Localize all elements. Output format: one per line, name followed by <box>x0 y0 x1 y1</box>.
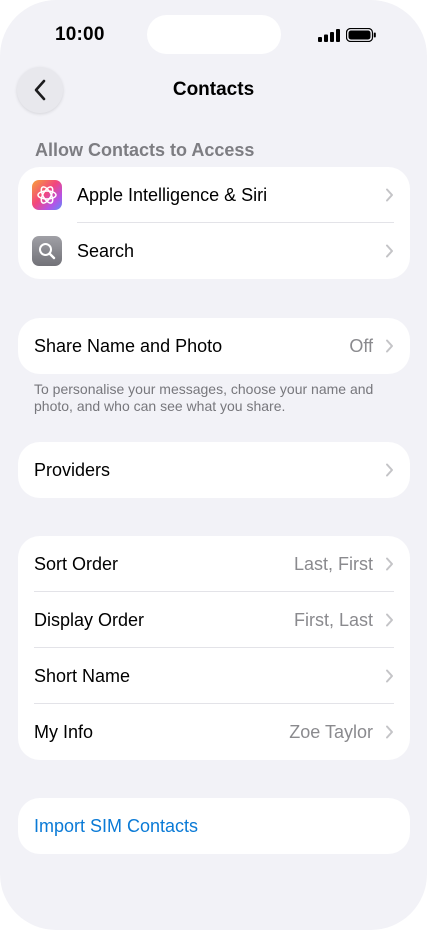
display-group: Sort Order Last, First Display Order Fir… <box>18 536 410 760</box>
row-label: Display Order <box>34 609 145 630</box>
section-header-access: Allow Contacts to Access <box>35 140 255 160</box>
dynamic-island <box>147 15 281 54</box>
apple-intelligence-icon <box>32 180 62 210</box>
row-label: My Info <box>34 721 94 742</box>
row-label: Providers <box>34 459 111 480</box>
row-label: Sort Order <box>34 553 119 574</box>
row-value: First, Last <box>293 609 373 630</box>
import-group: Import SIM Contacts <box>18 798 410 854</box>
battery-icon <box>346 28 376 42</box>
row-label: Share Name and Photo <box>34 335 223 356</box>
row-label: Apple Intelligence & Siri <box>77 184 268 205</box>
providers-group: Providers <box>18 442 410 498</box>
chevron-right-icon <box>386 244 393 258</box>
row-my-info[interactable]: My Info Zoe Taylor <box>18 704 410 760</box>
chevron-right-icon <box>386 557 393 571</box>
search-icon <box>32 236 62 266</box>
access-group: Apple Intelligence & Siri Search <box>18 167 410 279</box>
row-label: Short Name <box>34 665 131 686</box>
share-group: Share Name and Photo Off <box>18 318 410 374</box>
row-search[interactable]: Search <box>18 223 410 279</box>
chevron-right-icon <box>386 725 393 739</box>
row-providers[interactable]: Providers <box>18 442 410 498</box>
row-share-name-photo[interactable]: Share Name and Photo Off <box>18 318 410 374</box>
status-time: 10:00 <box>55 24 105 45</box>
import-sim-contacts-button[interactable]: Import SIM Contacts <box>18 798 410 854</box>
page-title: Contacts <box>172 79 255 100</box>
chevron-right-icon <box>386 669 393 683</box>
share-footer-text: To personalise your messages, choose you… <box>34 381 374 414</box>
row-apple-intelligence-siri[interactable]: Apple Intelligence & Siri <box>18 167 410 223</box>
chevron-right-icon <box>386 188 393 202</box>
chevron-right-icon <box>386 463 393 477</box>
row-value: Last, First <box>293 553 373 574</box>
row-sort-order[interactable]: Sort Order Last, First <box>18 536 410 592</box>
chevron-right-icon <box>386 613 393 627</box>
row-value: Off <box>349 335 373 356</box>
row-display-order[interactable]: Display Order First, Last <box>18 592 410 648</box>
phone-screen: 10:00 Contacts Allow Contacts to Access <box>0 0 427 930</box>
row-short-name[interactable]: Short Name <box>18 648 410 704</box>
row-value: Zoe Taylor <box>289 721 373 742</box>
row-label: Search <box>77 240 135 261</box>
cellular-signal-icon <box>318 29 340 42</box>
import-sim-contacts-label: Import SIM Contacts <box>34 815 199 836</box>
chevron-right-icon <box>386 339 393 353</box>
